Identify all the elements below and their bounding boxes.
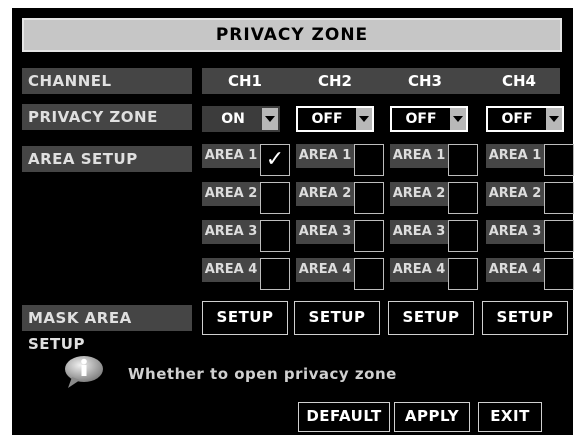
channel-header-ch1: CH1 bbox=[228, 72, 262, 90]
setup-button-ch4[interactable]: SETUP bbox=[482, 301, 568, 335]
area-checkbox[interactable] bbox=[448, 220, 478, 252]
area-label: AREA 2 bbox=[390, 182, 448, 206]
area-label: AREA 4 bbox=[486, 258, 544, 282]
area-label: AREA 4 bbox=[202, 258, 260, 282]
area-checkbox[interactable] bbox=[354, 258, 384, 290]
privacy-value-ch2: OFF bbox=[311, 111, 343, 127]
area-checkbox[interactable] bbox=[448, 144, 478, 176]
privacy-value-ch3: OFF bbox=[405, 111, 437, 127]
mask-area-setup-label: MASK AREA SETUP bbox=[22, 305, 192, 353]
area-item-ch3-1: AREA 1 bbox=[390, 144, 480, 176]
area-checkbox[interactable] bbox=[260, 258, 290, 290]
channel-header-ch4: CH4 bbox=[502, 72, 536, 90]
area-label: AREA 2 bbox=[486, 182, 544, 206]
area-label: AREA 2 bbox=[296, 182, 354, 206]
privacy-select-ch3[interactable]: OFF bbox=[390, 106, 468, 132]
area-checkbox[interactable] bbox=[544, 182, 574, 214]
chevron-down-icon bbox=[356, 108, 372, 130]
area-checkbox[interactable] bbox=[354, 182, 384, 214]
area-checkbox[interactable] bbox=[448, 258, 478, 290]
chevron-down-icon bbox=[450, 108, 466, 130]
area-item-ch4-2: AREA 2 bbox=[486, 182, 576, 214]
area-item-ch3-2: AREA 2 bbox=[390, 182, 480, 214]
area-label: AREA 3 bbox=[202, 220, 260, 244]
area-item-ch1-3: AREA 3 bbox=[202, 220, 292, 252]
area-item-ch1-2: AREA 2 bbox=[202, 182, 292, 214]
area-label: AREA 4 bbox=[390, 258, 448, 282]
area-label: AREA 1 bbox=[296, 144, 354, 168]
area-checkbox[interactable] bbox=[448, 182, 478, 214]
area-item-ch2-1: AREA 1 bbox=[296, 144, 386, 176]
setup-button-ch1[interactable]: SETUP bbox=[202, 301, 288, 335]
privacy-select-ch4[interactable]: OFF bbox=[486, 106, 564, 132]
area-item-ch2-3: AREA 3 bbox=[296, 220, 386, 252]
area-label: AREA 3 bbox=[296, 220, 354, 244]
area-label: AREA 3 bbox=[486, 220, 544, 244]
dialog-title: PRIVACY ZONE bbox=[22, 18, 562, 52]
privacy-value-ch4: OFF bbox=[501, 111, 533, 127]
area-setup-label: AREA SETUP bbox=[22, 146, 192, 172]
channel-label: CHANNEL bbox=[22, 68, 192, 94]
privacy-value-ch1: ON bbox=[221, 111, 245, 127]
info-message: Whether to open privacy zone bbox=[128, 365, 397, 383]
area-label: AREA 2 bbox=[202, 182, 260, 206]
area-item-ch3-3: AREA 3 bbox=[390, 220, 480, 252]
privacy-zone-label: PRIVACY ZONE bbox=[22, 104, 192, 130]
area-item-ch1-1: AREA 1 ✓ bbox=[202, 144, 292, 176]
area-item-ch2-2: AREA 2 bbox=[296, 182, 386, 214]
default-button[interactable]: DEFAULT bbox=[298, 402, 390, 432]
area-checkbox[interactable] bbox=[544, 144, 574, 176]
area-item-ch1-4: AREA 4 bbox=[202, 258, 292, 290]
area-item-ch4-3: AREA 3 bbox=[486, 220, 576, 252]
area-checkbox[interactable] bbox=[260, 220, 290, 252]
area-checkbox[interactable]: ✓ bbox=[260, 144, 290, 176]
area-label: AREA 4 bbox=[296, 258, 354, 282]
chevron-down-icon bbox=[262, 108, 278, 130]
area-item-ch2-4: AREA 4 bbox=[296, 258, 386, 290]
check-icon: ✓ bbox=[265, 147, 285, 172]
setup-button-ch2[interactable]: SETUP bbox=[294, 301, 380, 335]
area-item-ch4-4: AREA 4 bbox=[486, 258, 576, 290]
area-checkbox[interactable] bbox=[354, 144, 384, 176]
info-icon bbox=[65, 356, 103, 388]
channel-header-ch2: CH2 bbox=[318, 72, 352, 90]
area-label: AREA 1 bbox=[202, 144, 260, 168]
exit-button[interactable]: EXIT bbox=[478, 402, 542, 432]
area-item-ch3-4: AREA 4 bbox=[390, 258, 480, 290]
area-checkbox[interactable] bbox=[260, 182, 290, 214]
privacy-select-ch2[interactable]: OFF bbox=[296, 106, 374, 132]
area-label: AREA 1 bbox=[486, 144, 544, 168]
chevron-down-icon bbox=[546, 108, 562, 130]
privacy-select-ch1[interactable]: ON bbox=[202, 106, 280, 132]
area-label: AREA 3 bbox=[390, 220, 448, 244]
area-label: AREA 1 bbox=[390, 144, 448, 168]
area-checkbox[interactable] bbox=[544, 258, 574, 290]
setup-button-ch3[interactable]: SETUP bbox=[388, 301, 474, 335]
area-checkbox[interactable] bbox=[354, 220, 384, 252]
area-checkbox[interactable] bbox=[544, 220, 574, 252]
apply-button[interactable]: APPLY bbox=[394, 402, 470, 432]
privacy-zone-dialog: PRIVACY ZONE CHANNEL CH1 CH2 CH3 CH4 PRI… bbox=[12, 8, 576, 435]
area-item-ch4-1: AREA 1 bbox=[486, 144, 576, 176]
channel-header-ch3: CH3 bbox=[408, 72, 442, 90]
